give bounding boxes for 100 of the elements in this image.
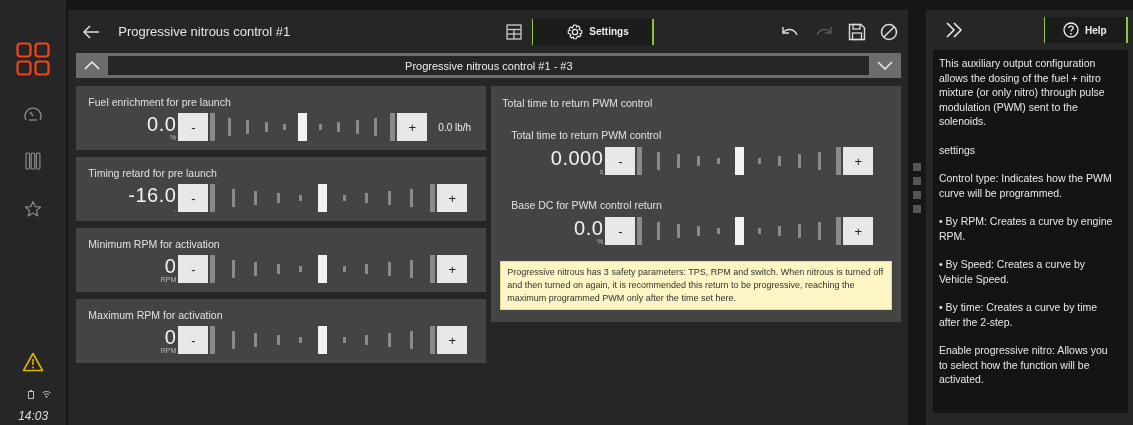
scale-tick [228,118,232,136]
back-arrow-icon[interactable] [82,24,101,39]
scale-tick [232,331,236,349]
help-paragraph: Control type: Indicates how the PWM curve will be programmed. [938,171,1113,200]
help-tab[interactable]: Help [1044,17,1128,43]
scale-tick [277,335,281,345]
scale-tick [778,156,782,166]
help-paragraph: • By time: Creates a curve by time after the 2-step. [938,300,1099,329]
double-chevron-icon[interactable] [944,22,963,38]
plus-button[interactable]: + [397,113,428,141]
wifi-icon [41,390,51,398]
value-display: 0 [164,255,177,276]
scale-tick [254,262,258,276]
slider-thumb[interactable] [318,184,328,212]
minus-button[interactable]: - [605,217,636,245]
scale-tick [697,156,701,166]
slider-thumb[interactable] [735,217,745,245]
info-note: Progressive nitrous has 3 safety parameters: TPS, RPM and switch. When nitrous is turned off and then turned on again, it is recommended this return to be progressive, reaching the maximum programmed PWM only after the time set here. [500,261,893,310]
save-icon[interactable] [848,22,867,41]
clock-time: 14:03 [18,409,49,423]
scale-tick [410,331,414,349]
battery-icon [27,390,34,399]
settings-tab[interactable]: Settings [532,18,655,45]
setting-label: Minimum RPM for activation [88,238,221,250]
cancel-icon[interactable] [880,22,899,41]
plus-button[interactable]: + [437,326,468,354]
scale-tick [299,266,303,272]
warning-icon[interactable] [22,352,45,372]
scale-tick [410,260,414,278]
track-end-bar [390,113,396,141]
scale-tick [299,337,303,343]
value-display: 0.0 [147,113,177,134]
minus-button[interactable]: - [178,184,209,212]
columns-icon[interactable] [25,152,42,170]
scale-tick [697,226,701,236]
scale-tick [319,124,323,130]
setting-label: Fuel enrichment for pre launch [88,96,232,108]
help-paragraph: • By Speed: Creates a curve by Vehicle Speed. [938,257,1086,286]
value-display: 0.000 [550,147,604,168]
scale-tick [343,266,347,272]
minus-button[interactable]: - [605,147,636,175]
track-end-bar [637,147,643,175]
page-title: Progressive nitrous control #1 [118,24,291,39]
slider-thumb[interactable] [298,113,308,141]
scale-tick [657,152,661,170]
track-end-bar [836,147,842,175]
scale-tick [778,226,782,236]
scale-tick [232,189,236,207]
slider-thumb[interactable] [318,326,328,354]
scale-tick [343,195,347,201]
grid-icon[interactable] [16,42,51,76]
help-paragraph: • By RPM: Creates a curve by engine RPM. [938,214,1114,243]
scale-tick [254,333,258,347]
readout-value: 0.0 lb/h [438,121,472,133]
minus-button[interactable]: - [178,113,209,141]
plus-button[interactable]: + [437,184,468,212]
chevron-down-icon[interactable] [877,61,894,70]
scale-tick [798,224,802,238]
plus-button[interactable]: + [437,255,468,283]
track-end-bar [210,113,216,141]
track-end-bar [210,326,216,354]
scale-tick [299,195,303,201]
minus-button[interactable]: - [178,326,209,354]
value-display: -16.0 [128,184,177,205]
slider-thumb[interactable] [318,255,328,283]
scale-tick [388,262,392,276]
plus-button[interactable]: + [843,147,874,175]
selector-field[interactable]: Progressive nitrous control #1 - #3 [108,56,870,75]
scale-tick [677,224,681,238]
scale-tick [798,154,802,168]
chevron-up-icon[interactable] [84,61,101,70]
setting-label: Total time to return PWM control [511,129,663,141]
help-paragraph: Enable progressive nitro: Allows you to select how the function will be activated. [938,343,1109,387]
track-end-bar [430,326,436,354]
help-paragraph: settings [938,142,977,157]
track-end-bar [430,255,436,283]
star-icon[interactable] [24,200,43,218]
scale-tick [818,152,822,170]
scale-tick [356,120,360,134]
scale-tick [254,191,258,205]
scale-tick [365,264,369,274]
gauge-icon[interactable] [23,106,44,122]
section-title: Total time to return PWM control [502,97,654,109]
scale-tick [277,193,281,203]
scale-tick [232,260,236,278]
track-end-bar [210,184,216,212]
value-display: 0 [164,326,177,347]
scale-tick [374,118,378,136]
scale-tick [657,222,661,240]
setting-label: Timing retard for pre launch [88,167,218,179]
setting-label: Maximum RPM for activation [88,309,224,321]
scale-tick [717,158,721,164]
scale-tick [717,228,721,234]
slider-thumb[interactable] [735,147,745,175]
scale-tick [388,333,392,347]
plus-button[interactable]: + [843,217,874,245]
minus-button[interactable]: - [178,255,209,283]
scale-tick [337,122,341,132]
track-end-bar [836,217,842,245]
scale-tick [758,158,762,164]
